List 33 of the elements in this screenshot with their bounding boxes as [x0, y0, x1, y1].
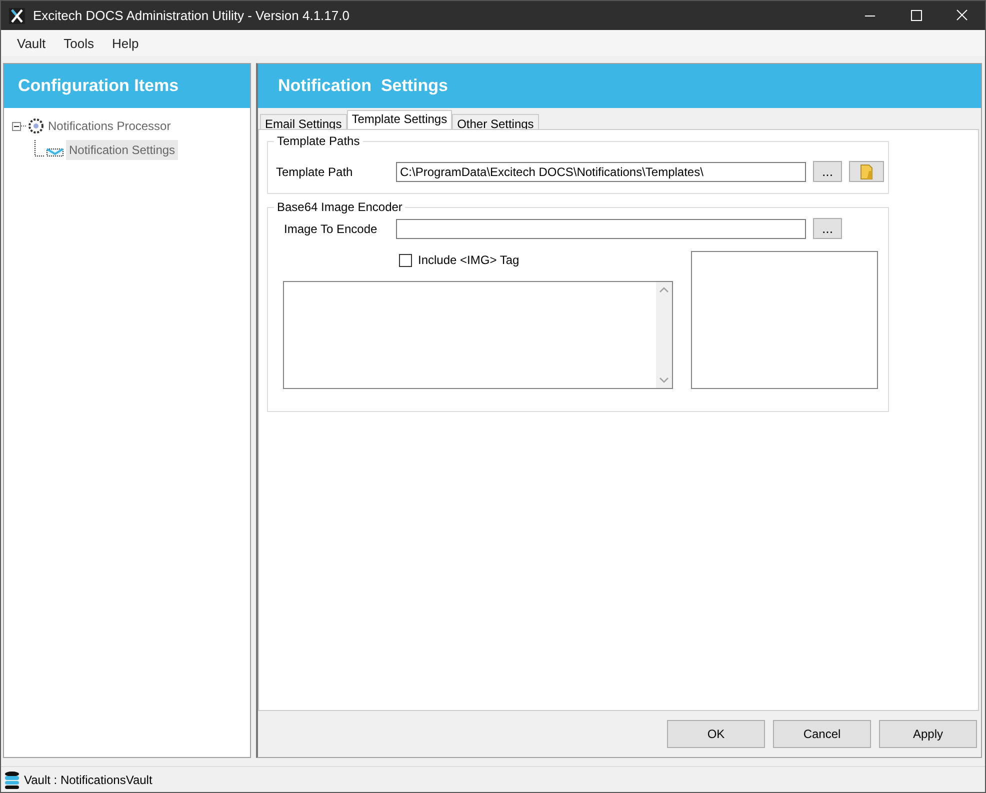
tab[interactable]: Template Settings — [346, 110, 452, 129]
window-title: Excitech DOCS Administration Utility - Version 4.1.17.0 — [33, 8, 350, 23]
menu-item[interactable]: Help — [104, 32, 147, 54]
checkbox-label: Include <IMG> Tag — [418, 253, 520, 267]
menu-item[interactable]: Vault — [9, 32, 54, 54]
browse-button[interactable]: ... — [813, 161, 842, 182]
tree-item[interactable]: Notification Settings — [66, 140, 178, 160]
status-text: Vault : NotificationsVault — [24, 772, 152, 786]
menu-item[interactable]: Tools — [56, 32, 102, 54]
group-title: Template Paths — [274, 134, 363, 148]
panel-header: Configuration Items — [4, 64, 250, 108]
tab[interactable]: Email Settings — [260, 114, 347, 129]
gear-icon — [21, 117, 45, 135]
database-icon — [4, 770, 20, 788]
dialog-button[interactable]: Cancel — [773, 720, 871, 748]
input-field[interactable] — [396, 218, 806, 238]
field-label: Image To Encode — [283, 222, 378, 236]
folder-button[interactable] — [849, 161, 884, 182]
tree-item[interactable]: Notifications Processor — [45, 116, 174, 136]
folder-icon — [860, 164, 874, 180]
dialog-button[interactable]: OK — [667, 720, 765, 748]
browse-button[interactable]: ... — [813, 218, 842, 239]
checkbox[interactable] — [399, 254, 412, 266]
text-area[interactable] — [283, 281, 673, 389]
collapse-icon[interactable] — [12, 122, 21, 130]
scrollbar[interactable] — [656, 282, 672, 388]
panel-header: Notification Settings — [258, 64, 981, 108]
group-title: Base64 Image Encoder — [274, 200, 406, 214]
tab[interactable]: Other Settings — [452, 114, 539, 129]
dialog-button[interactable]: Apply — [879, 720, 977, 748]
input-field[interactable]: C:\ProgramData\Excitech DOCS\Notifications\Templates\ — [396, 162, 806, 182]
app-logo-icon — [9, 8, 25, 24]
field-label: Template Path — [275, 164, 354, 178]
